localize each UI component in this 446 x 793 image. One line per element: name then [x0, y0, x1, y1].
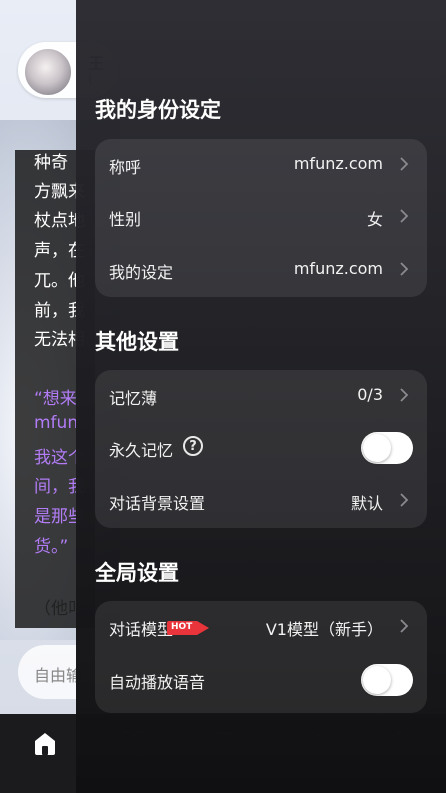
memory-book-row[interactable]: 记忆薄 0/3 — [95, 370, 427, 422]
other-settings-card: 记忆薄 0/3 永久记忆 ? 对话背景设置 默认 — [95, 370, 427, 528]
home-icon[interactable] — [30, 728, 60, 758]
chat-model-row[interactable]: 对话模型 HOT V1模型（新手） — [95, 601, 427, 653]
my-setting-value: mfunz.com — [293, 259, 383, 278]
other-section-title: 其他设置 — [95, 330, 179, 354]
toggle-knob — [363, 434, 391, 462]
identity-section-title: 我的身份设定 — [95, 98, 221, 122]
autoplay-voice-toggle[interactable] — [361, 664, 413, 696]
chevron-right-icon — [399, 492, 409, 508]
chat-background-value: 默认 — [350, 494, 383, 513]
character-avatar[interactable] — [23, 47, 73, 97]
my-setting-label: 我的设定 — [109, 263, 174, 282]
help-icon[interactable]: ? — [183, 436, 203, 456]
hot-badge-text: HOT — [171, 622, 193, 632]
story-line: 货。” — [34, 537, 69, 557]
global-settings-card: 对话模型 HOT V1模型（新手） 自动播放语音 — [95, 601, 427, 713]
memory-book-count: 0/3 — [357, 385, 383, 404]
permanent-memory-row: 永久记忆 ? — [95, 422, 427, 474]
story-line: “想来 — [34, 389, 77, 409]
my-setting-row[interactable]: 我的设定 mfunz.com — [95, 244, 427, 296]
chevron-right-icon — [399, 261, 409, 277]
autoplay-voice-row: 自动播放语音 — [95, 654, 427, 706]
identity-card: 称呼 mfunz.com 性别 女 我的设定 mfunz.com — [95, 139, 427, 297]
chevron-right-icon — [399, 156, 409, 172]
permanent-memory-toggle[interactable] — [361, 432, 413, 464]
permanent-memory-label: 永久记忆 — [109, 441, 174, 460]
nickname-row[interactable]: 称呼 mfunz.com — [95, 139, 427, 191]
settings-drawer: 我的身份设定 称呼 mfunz.com 性别 女 我的设定 mfunz.com … — [76, 0, 446, 793]
message-input-placeholder: 自由输 — [34, 666, 83, 685]
story-line: 种奇 — [34, 153, 68, 173]
autoplay-voice-label: 自动播放语音 — [109, 673, 206, 692]
chevron-right-icon — [399, 618, 409, 634]
nickname-value: mfunz.com — [293, 154, 383, 173]
chat-model-value: V1模型（新手） — [265, 620, 383, 639]
chevron-right-icon — [399, 208, 409, 224]
chat-background-label: 对话背景设置 — [109, 494, 206, 513]
gender-label: 性别 — [109, 210, 142, 229]
global-section-title: 全局设置 — [95, 561, 179, 585]
chevron-right-icon — [399, 387, 409, 403]
chat-model-label: 对话模型 — [109, 620, 174, 639]
gender-row[interactable]: 性别 女 — [95, 191, 427, 243]
nickname-label: 称呼 — [109, 158, 142, 177]
story-line: mfun — [34, 413, 79, 433]
chat-background-row[interactable]: 对话背景设置 默认 — [95, 475, 427, 527]
memory-book-label: 记忆薄 — [109, 389, 158, 408]
gender-value: 女 — [366, 210, 383, 229]
toggle-knob — [363, 666, 391, 694]
